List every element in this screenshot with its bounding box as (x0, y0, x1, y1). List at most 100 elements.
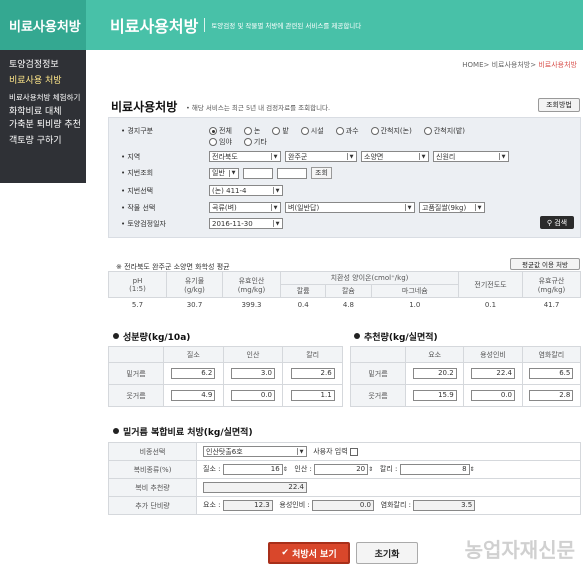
top-urea-value[interactable]: 15.9 (412, 390, 457, 401)
row-label: 밑거름 (350, 362, 406, 385)
stepper-icon[interactable]: ⇕ (368, 466, 373, 473)
crop-target-select[interactable]: 고품질쌀(9kg) ▼ (419, 202, 485, 213)
chevron-down-icon: ▼ (499, 153, 507, 160)
sidebar-item-chemical-replace[interactable]: 화학비료 대체 (0, 105, 86, 118)
table-row: 복비종류(%) 질소 : 16 ⇕ 인산 : 20 ⇕ 칼리 : 8 ⇕ (108, 460, 581, 479)
info-note: • 해당 서비스는 최근 5년 내 검정자료를 조회합니다. (186, 104, 331, 112)
radio-dot-icon (243, 138, 252, 146)
sidebar-menu: 토양검정정보 비료사용 처방 비료사용처방 체험하기 화학비료 대체 가축분 퇴… (0, 50, 86, 183)
province-select[interactable]: 전라북도 ▼ (209, 151, 281, 162)
crop-label: • 작물 선택 (121, 203, 156, 212)
col-organic-matter: 유기물 (g/kg) (166, 271, 223, 298)
radio-other[interactable]: 기타 (243, 137, 267, 147)
lot-search-label: • 지번조회 (121, 169, 154, 177)
basal-fused-value[interactable]: 22.4 (470, 368, 515, 379)
lot-search-row: • 지번조회 일반 ▼ 조회 (121, 167, 332, 179)
row-label: 복비종류(%) (108, 460, 197, 479)
sidebar-item-fertilizer-prescription[interactable]: 비료사용 처방 (0, 74, 86, 90)
extra-p-label: 용성인비 : (279, 501, 310, 509)
table-row: 웃거름 15.9 0.0 2.8 (350, 384, 582, 407)
col-n: 질소 (163, 346, 224, 363)
fertilizer-type-select[interactable]: 인산탓출6호 ▼ (203, 446, 307, 457)
col-ph: pH (1:5) (108, 271, 167, 298)
radio-all[interactable]: 전체 (209, 126, 232, 136)
sidebar-item-soil-dressing[interactable]: 객토량 구하기 (0, 134, 86, 150)
row-label: 비종선택 (108, 442, 197, 461)
chevron-down-icon: ▼ (271, 153, 279, 160)
extra-k-label: 염화칼리 : (380, 501, 411, 509)
user-input-checkbox[interactable] (349, 447, 358, 456)
lot-select-row: • 지번선택 (논) 411-4 ▼ (121, 185, 287, 196)
col-calcium: 칼슘 (325, 284, 372, 298)
ec-value: 0.1 (484, 301, 497, 310)
lot-select[interactable]: (논) 411-4 ▼ (209, 185, 283, 196)
breadcrumb-home[interactable]: HOME> (462, 61, 489, 69)
radio-field[interactable]: 밭 (272, 126, 289, 136)
basal-kcl-value[interactable]: 6.5 (529, 368, 574, 379)
view-prescription-button[interactable]: ✔ 처방서 보기 (268, 542, 350, 564)
lot-type-select[interactable]: 일반 ▼ (209, 167, 239, 179)
sidebar-item-prescription-experience[interactable]: 비료사용처방 체험하기 (0, 91, 86, 105)
sidebar-item-soil-info[interactable]: 토양검정정보 (0, 58, 86, 74)
top-p-value[interactable]: 0.0 (230, 390, 275, 401)
table-row: 복비 추천량 22.4 (108, 478, 581, 497)
sidebar: 비료사용처방 토양검정정보 비료사용 처방 비료사용처방 체험하기 화학비료 대… (0, 0, 86, 183)
lot-search-button[interactable]: 조회 (311, 167, 332, 179)
lookup-method-button[interactable]: 조회방법 (538, 98, 580, 112)
town-select[interactable]: 소양면 ▼ (361, 151, 429, 162)
radio-forest[interactable]: 임야 (209, 137, 232, 147)
date-label: • 토양검정일자 (121, 219, 166, 228)
radio-paddy[interactable]: 논 (243, 126, 260, 136)
basal-urea-value[interactable]: 20.2 (412, 368, 457, 379)
soil-test-date-select[interactable]: 2016-11-30 ▼ (209, 218, 283, 229)
banner-description: 토양검정 및 작물별 처방에 관련된 서비스를 제공합니다 (211, 22, 362, 30)
page-title: 비료사용처방 (111, 100, 178, 114)
sidebar-item-manure-recommend[interactable]: 가축분 퇴비량 추천 (0, 118, 86, 134)
ratio-p-input[interactable]: 20 (314, 464, 369, 475)
basal-p-value[interactable]: 3.0 (230, 368, 275, 379)
top-kcl-value[interactable]: 2.8 (529, 390, 574, 401)
chevron-down-icon: ▼ (347, 153, 355, 160)
radio-dot-icon (300, 127, 309, 135)
radio-orchard[interactable]: 과수 (335, 126, 359, 136)
col-potassium: 칼륨 (279, 284, 327, 298)
lot-main-number-input[interactable] (243, 167, 273, 179)
compound-title: 밑거름 복합비료 처방(kg/실면적) (113, 425, 253, 438)
watermark: 농업자재신문 (464, 538, 575, 562)
stepper-icon[interactable]: ⇕ (470, 466, 475, 473)
om-value: 30.7 (186, 301, 203, 310)
ratio-k-input[interactable]: 8 (399, 464, 470, 475)
county-select[interactable]: 완주군 ▼ (285, 151, 357, 162)
lot-sub-number-input[interactable] (277, 167, 307, 179)
radio-dot-icon (209, 127, 217, 135)
lot-select-label: • 지번선택 (121, 186, 154, 195)
si-value: 41.7 (543, 301, 560, 310)
radio-dot-icon (335, 127, 344, 135)
radio-reclaimed-paddy[interactable]: 간척지(논) (370, 126, 412, 136)
radio-facility[interactable]: 시설 (300, 126, 324, 136)
village-select[interactable]: 신원리 ▼ (433, 151, 509, 162)
row-label: 밑거름 (108, 362, 164, 385)
basal-n-value[interactable]: 6.2 (171, 368, 216, 379)
ratio-n-input[interactable]: 16 (222, 464, 283, 475)
reset-button[interactable]: 초기화 (356, 542, 418, 564)
top-fused-value[interactable]: 0.0 (470, 390, 515, 401)
crop-category-select[interactable]: 곡류(벼) ▼ (209, 202, 281, 213)
recommend-table: 요소 용성인비 염화칼리 밑거름 20.2 22.4 6.5 웃거름 15.9 … (350, 346, 582, 407)
crop-type-select[interactable]: 벼(일반답) ▼ (285, 202, 415, 213)
radio-dot-icon (272, 127, 281, 135)
radio-reclaimed-field[interactable]: 간척지(밭) (423, 126, 465, 136)
table-row: 웃거름 4.9 0.0 1.1 (108, 384, 343, 407)
chevron-down-icon: ▼ (297, 448, 305, 455)
bullet-icon (354, 333, 360, 339)
compound-table: 비종선택 인산탓출6호 ▼ 사용자 입력 복비종류(%) 질소 : 16 ⇕ 인산 … (108, 442, 581, 515)
search-button[interactable]: ⚲ 검색 (540, 216, 574, 229)
use-average-button[interactable]: 평균값 이용 처방 (510, 258, 580, 270)
basal-k-value[interactable]: 2.6 (290, 368, 335, 379)
top-n-value[interactable]: 4.9 (171, 390, 216, 401)
user-input-label: 사용자 입력 (313, 447, 348, 456)
top-k-value[interactable]: 1.1 (290, 390, 335, 401)
breadcrumb-mid[interactable]: 비료사용처방> (492, 61, 537, 69)
ratio-n-label: 질소 : (203, 465, 221, 473)
stepper-icon[interactable]: ⇕ (283, 466, 288, 473)
